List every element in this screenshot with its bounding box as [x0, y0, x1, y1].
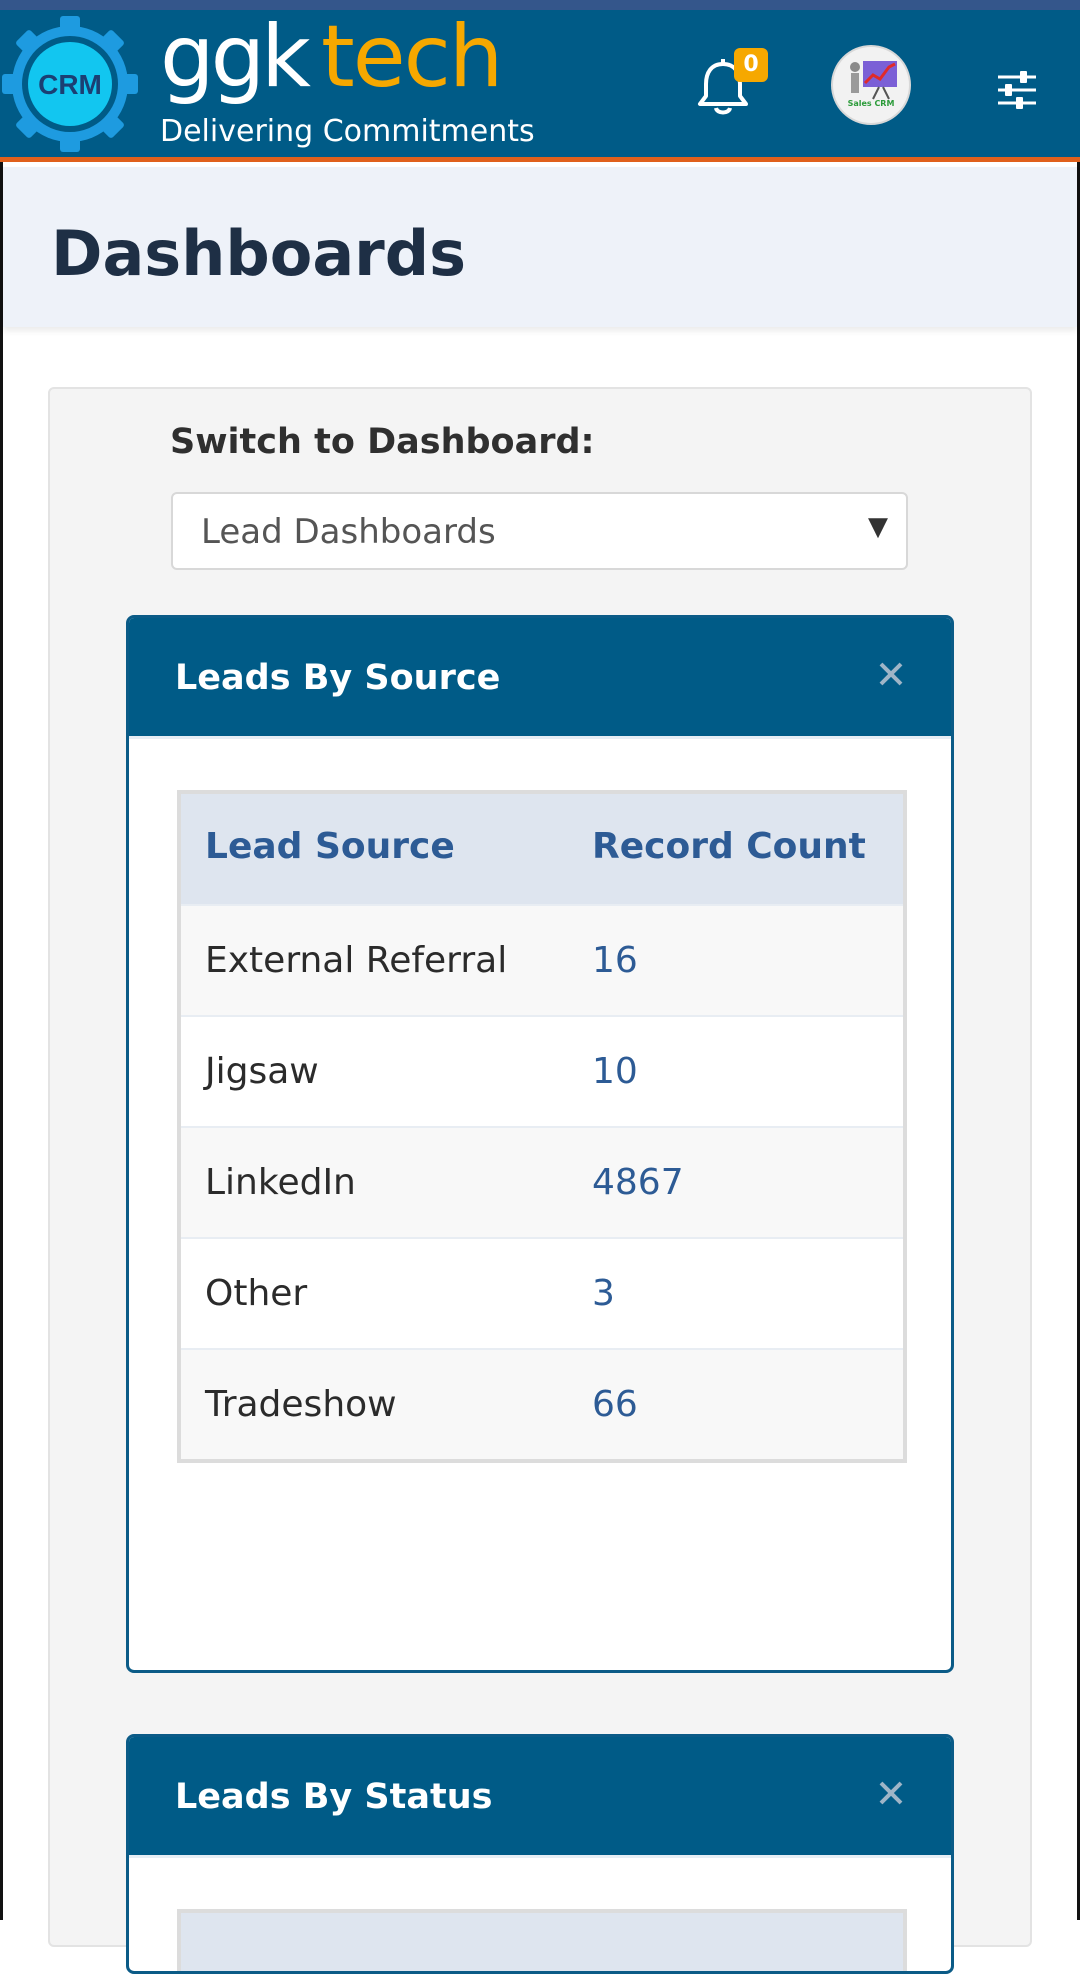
- record-count-cell[interactable]: 4867: [592, 1162, 684, 1203]
- record-count-cell[interactable]: 66: [592, 1384, 638, 1425]
- leads-by-source-card: Leads By Source Lead Source Record Count…: [126, 615, 954, 1673]
- column-header-record-count[interactable]: Record Count: [592, 826, 866, 867]
- page-title: Dashboards: [51, 217, 467, 290]
- leads-by-source-table: Lead Source Record Count External Referr…: [177, 790, 907, 1463]
- leads-by-status-card: Leads By Status: [126, 1734, 954, 1974]
- record-count-cell[interactable]: 10: [592, 1051, 638, 1092]
- leads-by-status-table: [177, 1909, 907, 1971]
- close-icon[interactable]: [873, 656, 909, 692]
- card-title: Leads By Status: [175, 1777, 493, 1817]
- brand-ggk: ggk: [160, 7, 311, 107]
- avatar-label: Sales CRM: [847, 99, 895, 108]
- switch-dashboard-label: Switch to Dashboard:: [170, 422, 595, 462]
- card-header: Leads By Status: [129, 1737, 951, 1858]
- record-count-cell[interactable]: 16: [592, 940, 638, 981]
- table-header-row: Lead Source Record Count: [181, 794, 903, 904]
- page-title-bar: Dashboards: [3, 167, 1077, 327]
- gear-logo-icon[interactable]: CRM: [0, 14, 140, 154]
- lead-source-cell: External Referral: [205, 940, 508, 981]
- column-header-lead-source[interactable]: Lead Source: [205, 826, 455, 867]
- table-row[interactable]: External Referral 16: [181, 904, 903, 1015]
- lead-source-cell: Other: [205, 1273, 308, 1314]
- table-row[interactable]: Other 3: [181, 1237, 903, 1348]
- gear-logo-text: CRM: [38, 69, 102, 100]
- brand-tech: tech: [320, 7, 503, 107]
- card-title: Leads By Source: [175, 658, 501, 698]
- dashboard-select-value: Lead Dashboards: [201, 512, 496, 552]
- brand-wordmark[interactable]: ggk tech: [160, 14, 503, 100]
- lead-source-cell: Tradeshow: [205, 1384, 397, 1425]
- table-row[interactable]: Jigsaw 10: [181, 1015, 903, 1126]
- notification-badge: 0: [734, 48, 768, 82]
- close-icon[interactable]: [873, 1775, 909, 1811]
- app-header: CRM ggk tech Delivering Commitments 0 Sal…: [0, 10, 1080, 162]
- table-row[interactable]: Tradeshow 66: [181, 1348, 903, 1459]
- chevron-down-icon: ▼: [868, 512, 888, 542]
- lead-source-cell: Jigsaw: [205, 1051, 319, 1092]
- lead-source-cell: LinkedIn: [205, 1162, 356, 1203]
- dashboard-select[interactable]: Lead Dashboards ▼: [171, 492, 908, 570]
- settings-sliders-icon[interactable]: [996, 70, 1038, 110]
- avatar-icon: [850, 61, 897, 100]
- card-header: Leads By Source: [129, 618, 951, 739]
- brand-tagline: Delivering Commitments: [160, 114, 535, 149]
- table-row[interactable]: LinkedIn 4867: [181, 1126, 903, 1237]
- record-count-cell[interactable]: 3: [592, 1273, 615, 1314]
- avatar[interactable]: Sales CRM: [833, 47, 909, 123]
